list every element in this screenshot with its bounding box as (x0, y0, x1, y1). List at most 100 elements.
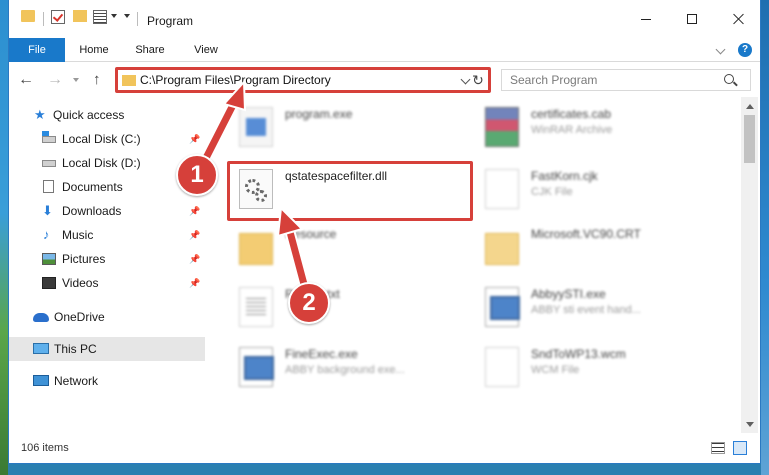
expand-ribbon-chevron-icon[interactable] (715, 44, 726, 55)
sidebar-item-label: Network (54, 374, 99, 388)
scroll-down-arrow-icon[interactable] (741, 416, 758, 433)
file-item-microsoft-vc90-crt[interactable]: Microsoft.VC90.CRT (477, 221, 717, 279)
file-type: ABBY background exe... (285, 364, 405, 376)
address-path[interactable]: C:\Program Files\Program Directory (140, 73, 331, 87)
file-item-reader-txt[interactable]: Reader.txt (231, 281, 471, 339)
sidebar-item-local-disk-c[interactable]: Local Disk (C:) 📌 (9, 127, 205, 151)
sidebar-item-label: Music (62, 228, 94, 242)
new-folder-icon[interactable] (73, 10, 87, 22)
file-item-sndtowp13-wcm[interactable]: SndToWP13.wcm WCM File (477, 341, 717, 399)
sidebar-item-music[interactable]: ♪ Music 📌 (9, 223, 205, 247)
toolbar-separator (43, 12, 44, 26)
file-item-fineexec-exe[interactable]: FineExec.exe ABBY background exe... (231, 341, 471, 399)
sidebar-item-label: Videos (62, 276, 99, 290)
file-name: SndToWP13.wcm (531, 347, 626, 361)
file-icon (485, 169, 519, 209)
this-pc-icon (33, 343, 49, 354)
large-icons-view-icon[interactable] (733, 441, 747, 455)
videos-icon (42, 277, 56, 289)
pin-icon[interactable]: 📌 (189, 134, 200, 145)
file-name: Resource (285, 227, 337, 241)
app-icon (485, 287, 520, 327)
sidebar-item-network[interactable]: Network (9, 369, 205, 393)
file-item-program-exe[interactable]: program.exe (231, 101, 471, 159)
file-name: FastKorn.cjk (531, 169, 598, 183)
sidebar-item-downloads[interactable]: ⬇ Downloads 📌 (9, 199, 205, 223)
sidebar-item-onedrive[interactable]: OneDrive (9, 305, 205, 329)
forward-arrow-icon[interactable]: → (47, 72, 63, 88)
sidebar-item-label: Quick access (53, 108, 125, 122)
status-bar: 106 items (9, 433, 760, 463)
onedrive-icon (33, 313, 49, 322)
recent-locations-chevron-icon[interactable] (73, 78, 79, 82)
back-arrow-icon[interactable]: ← (18, 72, 34, 88)
refresh-icon[interactable]: ↻ (467, 70, 489, 92)
documents-icon (43, 180, 54, 193)
pin-icon[interactable]: 📌 (189, 230, 200, 241)
explorer-window: Program File Home Share View ? ← → ↑ C:\… (8, 0, 761, 464)
window-title: Program (147, 14, 194, 28)
sidebar-item-label: Pictures (62, 252, 106, 266)
close-button[interactable] (716, 0, 760, 38)
search-box[interactable] (501, 69, 751, 91)
properties-list-icon[interactable] (93, 10, 107, 24)
drive-d-icon (42, 160, 56, 167)
title-bar: Program (9, 0, 760, 38)
scroll-up-arrow-icon[interactable] (741, 97, 758, 114)
file-name: FineExec.exe (285, 347, 358, 361)
sidebar-item-this-pc[interactable]: This PC (9, 337, 205, 361)
sidebar-item-label: This PC (54, 342, 97, 356)
pin-icon[interactable]: 📌 (189, 206, 200, 217)
app-icon (239, 347, 274, 387)
folder-icon (122, 75, 136, 86)
desktop-background-right (761, 0, 769, 475)
up-arrow-icon[interactable]: ↑ (93, 71, 101, 88)
pictures-icon (42, 253, 56, 265)
file-item-certificates-cab[interactable]: certificates.cab WinRAR Archive (477, 101, 717, 159)
file-name: program.exe (285, 107, 353, 121)
toolbar-separator (137, 12, 138, 26)
ribbon-tabs: File Home Share View ? (9, 38, 760, 62)
minimize-button[interactable] (623, 0, 669, 38)
address-bar[interactable]: C:\Program Files\Program Directory (115, 69, 489, 91)
details-view-icon[interactable] (711, 442, 725, 454)
properties-check-icon[interactable] (51, 10, 65, 24)
file-type: CJK File (531, 186, 573, 198)
file-item-qstatespacefilter-dll[interactable]: qstatespacefilter.dll (231, 163, 471, 221)
cab-archive-icon (485, 107, 519, 147)
file-type: ABBY sti event hand... (531, 304, 641, 316)
file-list: program.exe certificates.cab WinRAR Arch… (205, 97, 741, 433)
maximize-button[interactable] (669, 0, 715, 38)
vertical-scrollbar[interactable] (741, 97, 758, 433)
tab-share[interactable]: Share (123, 38, 177, 62)
close-icon (733, 13, 745, 25)
scrollbar-thumb[interactable] (744, 115, 755, 163)
music-icon: ♪ (43, 227, 50, 242)
sidebar-item-label: Documents (62, 180, 123, 194)
customize-quick-access-icon[interactable] (124, 14, 130, 18)
file-item-fastkorn-cjk[interactable]: FastKorn.cjk CJK File (477, 163, 717, 221)
network-icon (33, 375, 49, 386)
search-icon[interactable] (724, 74, 734, 84)
sidebar-item-quick-access[interactable]: ★ Quick access (9, 103, 205, 127)
folder-icon (239, 233, 273, 265)
file-item-abbyysti-exe[interactable]: AbbyySTI.exe ABBY sti event hand... (477, 281, 717, 339)
sidebar-item-pictures[interactable]: Pictures 📌 (9, 247, 205, 271)
chevron-down-icon[interactable] (111, 14, 117, 18)
search-input[interactable] (502, 70, 722, 90)
tab-file[interactable]: File (9, 38, 65, 62)
text-file-icon (239, 287, 273, 327)
file-type: WinRAR Archive (531, 124, 613, 136)
folder-open-icon (485, 233, 519, 265)
tab-home[interactable]: Home (67, 38, 121, 62)
file-item-resource[interactable]: Resource (231, 221, 471, 279)
help-icon[interactable]: ? (738, 43, 752, 57)
tab-view[interactable]: View (179, 38, 233, 62)
step-2-badge: 2 (288, 282, 330, 324)
star-icon: ★ (34, 107, 46, 122)
pin-icon[interactable]: 📌 (189, 278, 200, 289)
downloads-icon: ⬇ (42, 203, 53, 218)
sidebar-item-label: OneDrive (54, 310, 105, 324)
sidebar-item-videos[interactable]: Videos 📌 (9, 271, 205, 295)
pin-icon[interactable]: 📌 (189, 254, 200, 265)
